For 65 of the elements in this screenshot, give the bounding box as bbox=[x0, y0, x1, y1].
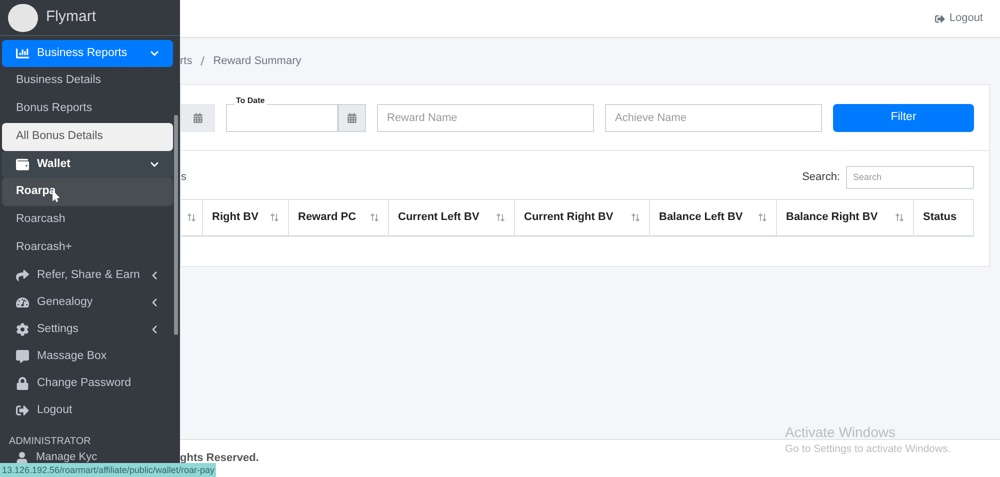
chevron-down-icon bbox=[150, 160, 159, 169]
sort-icon bbox=[270, 213, 279, 222]
calendar-button[interactable] bbox=[338, 104, 366, 132]
table-header-cell[interactable]: Status bbox=[914, 200, 974, 235]
sort-icon bbox=[187, 213, 196, 222]
table-header-cell[interactable]: Balance Right BV bbox=[777, 200, 914, 235]
reward-name-field[interactable]: Reward Name bbox=[377, 104, 594, 132]
table-header-cell[interactable]: Balance Left BV bbox=[650, 200, 777, 235]
bar-chart-icon bbox=[16, 47, 29, 60]
table-header-cell[interactable]: Current Left BV bbox=[389, 200, 515, 235]
menu-item[interactable]: Wallet bbox=[2, 151, 173, 178]
filter-button[interactable]: Filter bbox=[833, 104, 974, 132]
submenu-item[interactable]: Roarcash bbox=[2, 206, 173, 234]
menu-item[interactable]: Genealogy bbox=[2, 289, 173, 316]
submenu-item[interactable]: Roarcash+ bbox=[2, 234, 173, 262]
activation-title: Activate Windows bbox=[785, 424, 896, 442]
menu-item[interactable]: Refer, Share & Earn bbox=[2, 262, 173, 289]
search-label: Search: bbox=[802, 170, 840, 185]
submenu-item[interactable]: Bonus Reports bbox=[2, 95, 173, 123]
chevron-left-icon bbox=[150, 298, 159, 307]
settings-icon bbox=[16, 323, 29, 336]
chat-bubble-icon bbox=[16, 350, 29, 363]
table-header-cell[interactable]: Right BV bbox=[203, 200, 289, 235]
avatar-icon bbox=[8, 4, 38, 32]
search-field[interactable]: Search bbox=[846, 166, 974, 188]
share-arrow-icon bbox=[16, 269, 29, 282]
submenu-item[interactable]: Business Details bbox=[2, 67, 173, 95]
breadcrumb-link[interactable]: rts bbox=[180, 52, 192, 70]
submenu-item[interactable]: All Bonus Details bbox=[2, 123, 173, 151]
breadcrumb-separator bbox=[200, 56, 206, 66]
logout-icon bbox=[16, 404, 29, 417]
wallet-icon bbox=[16, 158, 29, 171]
brand-name: Flymart bbox=[46, 7, 96, 28]
activation-text: Go to Settings to activate Windows. bbox=[785, 442, 951, 456]
logout-icon bbox=[935, 14, 946, 24]
calendar-icon bbox=[193, 112, 203, 122]
calendar-button[interactable] bbox=[181, 104, 215, 132]
table-header-cell[interactable]: Reward PC bbox=[289, 200, 389, 235]
sort-icon bbox=[370, 213, 379, 222]
entries-label: s bbox=[181, 170, 188, 185]
achieve-name-field[interactable]: Achieve Name bbox=[605, 104, 822, 132]
section-header: ADMINISTRATOR bbox=[8, 434, 92, 448]
menu-item[interactable]: Logout bbox=[2, 397, 173, 424]
sort-icon bbox=[895, 213, 904, 222]
scrollbar[interactable] bbox=[174, 115, 178, 335]
logout-button[interactable]: Logout bbox=[935, 10, 983, 27]
status-url: 13.126.192.56/roarmart/affiliate/public/wallet/roar-pay bbox=[0, 463, 216, 477]
table-header-cell[interactable]: Current Right BV bbox=[515, 200, 650, 235]
submenu-item[interactable]: Roarpa bbox=[2, 178, 173, 206]
sort-icon bbox=[631, 213, 640, 222]
chevron-left-icon bbox=[150, 325, 159, 334]
chevron-down-icon bbox=[150, 49, 159, 58]
date-field[interactable] bbox=[226, 104, 338, 132]
lock-icon bbox=[16, 377, 29, 390]
menu-item[interactable]: Settings bbox=[2, 316, 173, 343]
breadcrumb-current: Reward Summary bbox=[213, 54, 302, 69]
sort-icon bbox=[496, 213, 505, 222]
calendar-icon bbox=[347, 112, 357, 122]
gauge-icon bbox=[16, 296, 29, 309]
field-label: To Date bbox=[234, 96, 267, 104]
menu-item[interactable]: Business Reports bbox=[2, 40, 173, 67]
sort-icon bbox=[758, 213, 767, 222]
chevron-left-icon bbox=[150, 271, 159, 280]
menu-item[interactable]: Change Password bbox=[2, 370, 173, 397]
menu-item[interactable]: Massage Box bbox=[2, 343, 173, 370]
